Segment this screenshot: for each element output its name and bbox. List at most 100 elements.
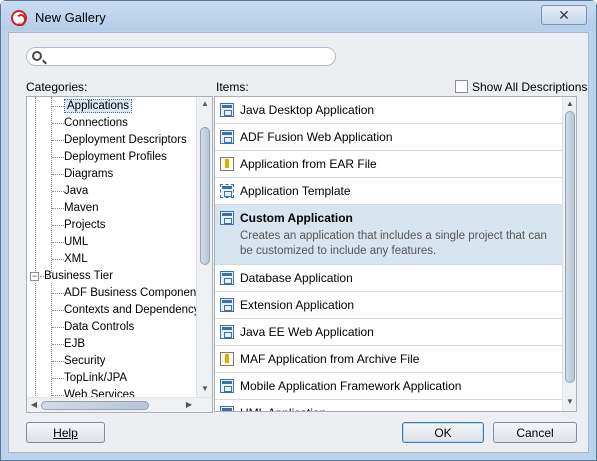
- gallery-item-label: Java Desktop Application: [240, 103, 375, 117]
- archive-icon: [220, 157, 234, 171]
- gallery-item[interactable]: Java EE Web Application: [215, 319, 562, 346]
- tree-guide-line: [52, 378, 64, 379]
- cancel-button[interactable]: Cancel: [493, 422, 577, 443]
- tree-item-label: Deployment Descriptors: [64, 134, 187, 146]
- application-icon: [220, 211, 234, 225]
- tree-guide-line: [52, 157, 64, 158]
- gallery-item-label: Application from EAR File: [240, 157, 377, 171]
- items-list[interactable]: Java Desktop Application ADF Fusion Web A…: [214, 96, 577, 412]
- tree-item[interactable]: Diagrams: [64, 166, 113, 183]
- tree-item-label: Contexts and Dependency: [64, 304, 200, 316]
- help-button-label: Help: [53, 425, 78, 440]
- tree-item[interactable]: Data Controls: [64, 319, 134, 336]
- gallery-item-label: MAF Application from Archive File: [240, 352, 420, 366]
- tree-item[interactable]: Security: [64, 353, 106, 370]
- tree-item-label: Security: [64, 355, 106, 367]
- gallery-item[interactable]: UML Application: [215, 400, 562, 411]
- application-icon: [220, 325, 234, 339]
- title-bar: New Gallery ✕: [1, 1, 596, 31]
- tree-guide-line: [52, 140, 64, 141]
- scroll-down-arrow-icon[interactable]: ▼: [200, 384, 210, 394]
- items-label: Items:: [216, 80, 249, 94]
- tree-item-label: Projects: [64, 219, 106, 231]
- tree-guide-line: [52, 225, 64, 226]
- gallery-item-label: UML Application: [240, 406, 326, 411]
- archive-icon: [220, 352, 234, 366]
- scroll-up-arrow-icon[interactable]: ▲: [565, 99, 575, 109]
- tree-item-label: UML: [64, 236, 89, 248]
- tree-guide-line: [52, 191, 64, 192]
- scroll-up-arrow-icon[interactable]: ▲: [200, 99, 210, 109]
- gallery-item[interactable]: Java Desktop Application: [215, 97, 562, 124]
- close-button[interactable]: ✕: [541, 5, 587, 25]
- gallery-item[interactable]: ADF Fusion Web Application: [215, 124, 562, 151]
- tree-item-label: Connections: [64, 117, 128, 129]
- tree-item[interactable]: Maven: [64, 200, 99, 217]
- gallery-item-label: Database Application: [240, 271, 353, 285]
- gallery-item-label: Mobile Application Framework Application: [240, 379, 462, 393]
- tree-guide-line: [52, 208, 64, 209]
- tree-guide-line: [52, 344, 64, 345]
- gallery-item[interactable]: Custom Application Creates an application…: [215, 205, 562, 265]
- gallery-item-label: ADF Fusion Web Application: [240, 130, 393, 144]
- tree-item[interactable]: Applications: [64, 98, 133, 115]
- tree-item-label: ADF Business Components: [64, 287, 206, 299]
- items-vertical-scrollbar[interactable]: ▲ ▼: [562, 97, 576, 411]
- tree-item-label: EJB: [64, 338, 86, 350]
- tree-guide-line: [52, 123, 64, 124]
- oracle-app-icon: [11, 10, 27, 26]
- tree-item[interactable]: TopLink/JPA: [64, 370, 127, 387]
- collapse-icon[interactable]: −: [30, 272, 39, 281]
- tree-guide-line: [52, 293, 64, 294]
- help-button[interactable]: Help: [26, 422, 105, 443]
- application-icon: [220, 298, 234, 312]
- tree-item[interactable]: Connections: [64, 115, 128, 132]
- tree-item-label: Java: [64, 185, 89, 197]
- categories-horizontal-scrollbar[interactable]: ◀ ▶: [27, 397, 212, 412]
- application-icon: [220, 103, 234, 117]
- tree-guide-line: [35, 97, 36, 279]
- new-gallery-dialog: New Gallery ✕ Categories: Applications Co…: [0, 0, 597, 461]
- tree-item[interactable]: Contexts and Dependency: [64, 302, 200, 319]
- window-title: New Gallery: [35, 10, 106, 25]
- tree-item-label: Applications: [64, 99, 133, 113]
- tree-item-label: Data Controls: [64, 321, 135, 333]
- show-all-descriptions-label[interactable]: Show All Descriptions: [472, 80, 587, 94]
- tree-item[interactable]: Deployment Descriptors: [64, 132, 187, 149]
- gallery-item[interactable]: Database Application: [215, 265, 562, 292]
- scroll-down-arrow-icon[interactable]: ▼: [565, 397, 575, 407]
- show-all-descriptions-checkbox[interactable]: [455, 80, 468, 93]
- gallery-item[interactable]: Application Template: [215, 178, 562, 205]
- gallery-item[interactable]: Mobile Application Framework Application: [215, 373, 562, 400]
- scroll-thumb[interactable]: [41, 401, 149, 410]
- tree-guide-line: [52, 106, 64, 107]
- tree-item[interactable]: Projects: [64, 217, 106, 234]
- application-icon: [220, 379, 234, 393]
- tree-item-label: TopLink/JPA: [64, 372, 128, 384]
- tree-item[interactable]: Business Tier: [44, 268, 113, 285]
- tree-item[interactable]: Deployment Profiles: [64, 149, 167, 166]
- scroll-right-arrow-icon[interactable]: ▶: [184, 400, 194, 410]
- tree-guide-line: [52, 174, 64, 175]
- search-icon: [32, 51, 42, 61]
- gallery-item[interactable]: Application from EAR File: [215, 151, 562, 178]
- tree-item[interactable]: XML: [64, 251, 88, 268]
- tree-item-label: Deployment Profiles: [64, 151, 167, 163]
- tree-item[interactable]: UML: [64, 234, 88, 251]
- categories-tree[interactable]: Applications Connections Deployment Descri…: [26, 96, 213, 413]
- gallery-item[interactable]: Extension Application: [215, 292, 562, 319]
- scroll-thumb[interactable]: [200, 127, 210, 265]
- tree-item[interactable]: EJB: [64, 336, 85, 353]
- search-input[interactable]: [26, 47, 336, 66]
- categories-vertical-scrollbar[interactable]: ▲ ▼: [196, 97, 212, 397]
- dialog-body: Categories: Applications Connections Deplo…: [8, 32, 589, 453]
- application-icon: [220, 130, 234, 144]
- tree-item[interactable]: ADF Business Components: [64, 285, 205, 302]
- ok-button[interactable]: OK: [402, 422, 484, 443]
- scroll-left-arrow-icon[interactable]: ◀: [29, 400, 39, 410]
- scroll-thumb[interactable]: [565, 111, 575, 383]
- gallery-item-description: Creates an application that includes a s…: [240, 230, 547, 257]
- tree-item[interactable]: Java: [64, 183, 88, 200]
- tree-item-label: Business Tier: [44, 270, 114, 282]
- gallery-item[interactable]: MAF Application from Archive File: [215, 346, 562, 373]
